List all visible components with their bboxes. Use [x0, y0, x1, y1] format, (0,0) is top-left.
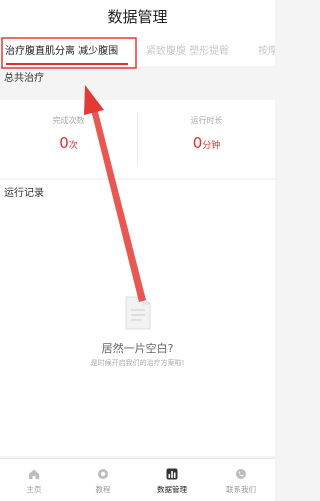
nav-data-management-label: 数据管理: [157, 485, 187, 494]
completed-count-unit: 次: [68, 141, 78, 151]
bottom-nav: 主页 教程 数据管理 联系我们: [0, 458, 275, 501]
nav-data-management[interactable]: 数据管理: [138, 459, 206, 501]
nav-home-label: 主页: [26, 485, 42, 494]
nav-tutorial[interactable]: 教程: [69, 459, 137, 501]
empty-document-icon: [125, 296, 151, 330]
nav-contact[interactable]: 联系我们: [207, 459, 275, 501]
duration-label: 运行时长: [190, 116, 223, 125]
tab-massage[interactable]: 按摩: [258, 42, 275, 57]
tab-tighten-shape[interactable]: 紧致腹腹 塑形提臀: [146, 42, 229, 57]
empty-state-subtitle: 是时候开启我们的治疗方案啦!: [90, 359, 185, 367]
page-title: 数据管理: [107, 8, 168, 26]
completed-count-label: 完成次数: [52, 116, 85, 125]
empty-state-title: 居然一片空白?: [101, 342, 174, 355]
category-tabs: 治疗腹直肌分离 减少腹围 紧致腹腹 塑形提臀 按摩: [0, 36, 275, 66]
duration-number: 0: [192, 134, 203, 152]
active-tab-indicator: [6, 63, 128, 65]
tutorial-icon: [98, 469, 108, 479]
summary-stats: 完成次数 0次 运行时长 0分钟: [0, 100, 275, 178]
duration-value: 0分钟: [138, 134, 275, 152]
duration-unit: 分钟: [202, 141, 221, 151]
records-title: 运行记录: [4, 188, 44, 199]
page-header: 数据管理: [0, 0, 275, 36]
records-panel: 运行记录 居然一片空白? 是时候开启我们的治疗方案啦!: [0, 180, 275, 456]
completed-count-number: 0: [59, 134, 69, 152]
completed-count-value: 0次: [0, 134, 137, 152]
summary-title: 总共治疗: [4, 73, 44, 84]
nav-home[interactable]: 主页: [0, 459, 68, 501]
nav-tutorial-label: 教程: [95, 485, 111, 494]
nav-contact-label: 联系我们: [226, 485, 256, 494]
completed-count-stat: 完成次数 0次: [0, 100, 137, 178]
duration-stat: 运行时长 0分钟: [138, 100, 275, 178]
contact-icon: [236, 469, 246, 479]
tab-abdominal-separation[interactable]: 治疗腹直肌分离 减少腹围: [5, 42, 118, 57]
home-icon: [29, 469, 39, 479]
data-chart-icon: [166, 468, 178, 480]
